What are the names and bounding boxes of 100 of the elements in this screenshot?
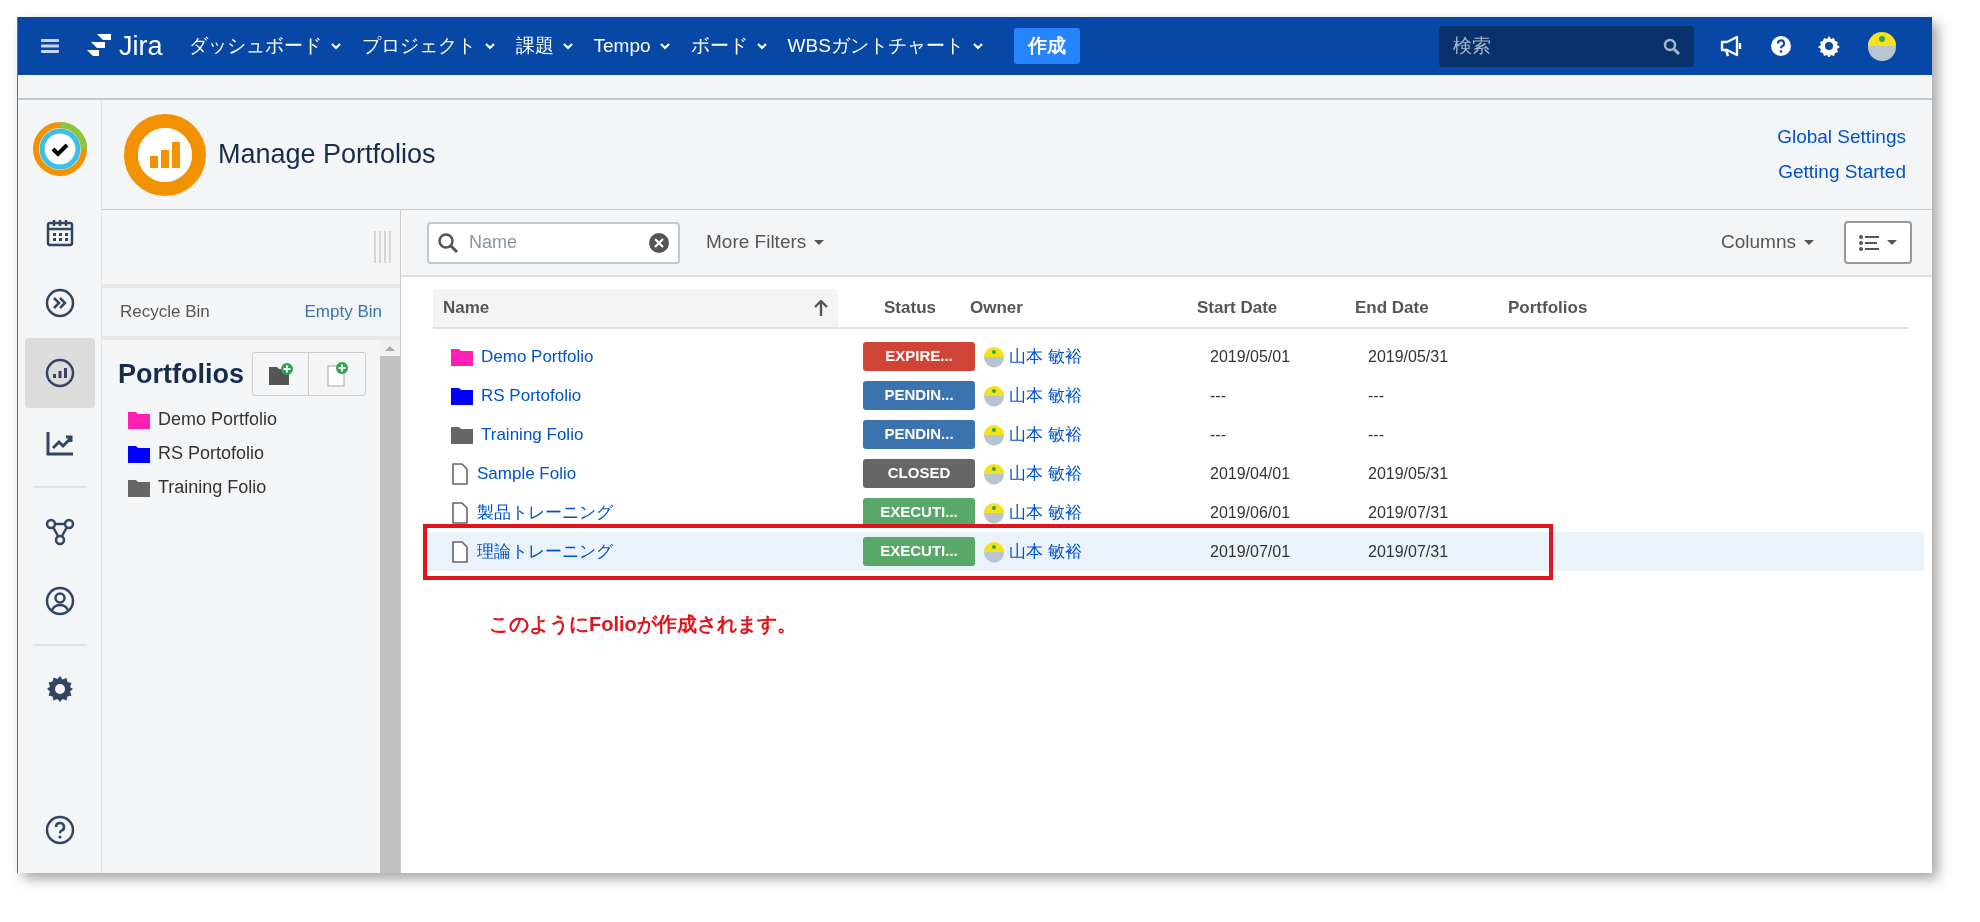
- file-icon: [451, 501, 469, 524]
- start-date-cell-text: ---: [1210, 385, 1227, 406]
- caret-icon: [658, 40, 671, 52]
- caret-icon: [755, 40, 768, 52]
- avatar-icon: [983, 345, 1005, 368]
- start-date-cell-text: 2019/05/01: [1210, 346, 1292, 367]
- caret-icon: [1887, 240, 1897, 245]
- tree-item[interactable]: Training Folio: [128, 474, 380, 501]
- megaphone-icon[interactable]: [1720, 35, 1744, 57]
- avatar-icon[interactable]: [1866, 30, 1898, 62]
- avatar-icon: [983, 501, 1005, 524]
- portfolio-link[interactable]: 製品トレーニング: [477, 499, 613, 526]
- create-button[interactable]: 作成: [1013, 28, 1080, 64]
- columns-button[interactable]: Columns: [1721, 228, 1814, 257]
- search-icon: [437, 231, 459, 254]
- jira-logo[interactable]: Jira: [87, 25, 163, 67]
- nav-menu[interactable]: プロジェクト: [361, 31, 496, 61]
- page-title: Manage Portfolios: [218, 138, 436, 172]
- name-column-header[interactable]: Name: [433, 289, 838, 327]
- caret-icon: [483, 40, 496, 52]
- start-date-cell-text: 2019/07/01: [1210, 541, 1292, 562]
- nav-menu[interactable]: WBSガントチャート: [787, 31, 984, 61]
- start-date-cell-text: 2019/04/01: [1210, 463, 1292, 484]
- list-icon: [1859, 234, 1879, 251]
- nav-menu[interactable]: ダッシュボード: [188, 31, 342, 61]
- rail-button[interactable]: [24, 338, 95, 408]
- clear-icon[interactable]: [648, 231, 670, 254]
- header-link[interactable]: Getting Started: [1778, 157, 1906, 186]
- portfolio-link[interactable]: RS Portofolio: [481, 382, 582, 409]
- caret-icon: [1804, 240, 1814, 245]
- tree-item[interactable]: Demo Portfolio: [128, 406, 380, 433]
- name-filter-field[interactable]: Name: [427, 221, 680, 264]
- status-label: PENDIN...: [863, 381, 975, 410]
- owner-link[interactable]: 山本 敏裕: [1009, 538, 1082, 565]
- view-options-button[interactable]: [1844, 221, 1912, 264]
- end-date-cell-text: ---: [1368, 424, 1385, 445]
- help-icon: [44, 815, 75, 845]
- end-date-cell-text: ---: [1368, 385, 1385, 406]
- end-date-cell-text: 2019/07/31: [1368, 502, 1450, 523]
- avatar-icon: [983, 423, 1005, 446]
- avatar-icon: [983, 462, 1005, 485]
- portfolio-icon: [44, 358, 75, 388]
- file-icon: [451, 540, 469, 563]
- owner-link[interactable]: 山本 敏裕: [1009, 421, 1082, 448]
- network-icon: [44, 516, 75, 546]
- scrollbar[interactable]: [380, 340, 400, 873]
- caret-icon: [561, 40, 574, 52]
- caret-icon: [971, 40, 984, 52]
- settings-icon: [45, 675, 74, 703]
- recycle-bin-label: Recycle Bin: [120, 301, 210, 324]
- end-date-cell-text: 2019/05/31: [1368, 346, 1450, 367]
- tree-item[interactable]: RS Portofolio: [128, 440, 380, 467]
- column-header[interactable]: End Date: [1355, 295, 1508, 321]
- nav-menu[interactable]: Tempo: [593, 31, 671, 61]
- status-label: EXPIRE...: [863, 342, 975, 371]
- sort-up-icon[interactable]: [814, 300, 828, 316]
- status-label: CLOSED: [863, 459, 975, 488]
- search-icon: [1663, 37, 1680, 55]
- settings-icon[interactable]: [1818, 35, 1840, 57]
- menu-button[interactable]: [41, 39, 59, 53]
- status-label: PENDIN...: [863, 420, 975, 449]
- file-plus-icon: [324, 360, 350, 388]
- empty-bin-link[interactable]: Empty Bin: [304, 299, 382, 325]
- end-date-cell-text: 2019/07/31: [1368, 541, 1450, 562]
- user-circle-icon: [44, 586, 75, 616]
- portfolios-heading: Portfolios: [118, 357, 245, 391]
- portfolio-link[interactable]: 理論トレーニング: [477, 538, 613, 565]
- help-icon[interactable]: [1770, 35, 1792, 57]
- search-field[interactable]: 検索: [1439, 25, 1694, 67]
- avatar-icon: [983, 384, 1005, 407]
- chevron-circle-icon: [44, 288, 75, 318]
- avatar-icon: [983, 540, 1005, 563]
- app-logo-icon: [32, 122, 87, 176]
- column-header[interactable]: Owner: [970, 295, 1197, 321]
- resize-grip-icon[interactable]: [372, 231, 392, 263]
- owner-link[interactable]: 山本 敏裕: [1009, 382, 1082, 409]
- calendar-icon: [44, 218, 75, 248]
- portfolio-link[interactable]: Demo Portfolio: [481, 343, 594, 370]
- annotation-text: このようにFolioが作成されます。: [489, 612, 798, 637]
- portfolio-link[interactable]: Training Folio: [481, 421, 584, 448]
- owner-link[interactable]: 山本 敏裕: [1009, 499, 1082, 526]
- end-date-cell-text: 2019/05/31: [1368, 463, 1450, 484]
- status-label: EXECUTI...: [863, 537, 975, 566]
- file-icon: [451, 462, 469, 485]
- portfolio-link[interactable]: Sample Folio: [477, 460, 577, 487]
- column-header[interactable]: Portfolios: [1508, 295, 1708, 321]
- start-date-cell-text: 2019/06/01: [1210, 502, 1292, 523]
- owner-link[interactable]: 山本 敏裕: [1009, 460, 1082, 487]
- column-header[interactable]: Start Date: [1197, 295, 1355, 321]
- caret-icon: [814, 240, 825, 245]
- more-filters-button[interactable]: More Filters: [706, 228, 825, 257]
- header-link[interactable]: Global Settings: [1777, 123, 1906, 152]
- column-header[interactable]: Status: [850, 295, 970, 321]
- owner-link[interactable]: 山本 敏裕: [1009, 343, 1082, 370]
- nav-menu[interactable]: ボード: [690, 31, 768, 61]
- portfolio-logo-icon: [124, 113, 206, 196]
- nav-menu[interactable]: 課題: [515, 31, 574, 61]
- caret-icon: [329, 40, 342, 52]
- folder-plus-icon: [266, 361, 295, 387]
- start-date-cell-text: ---: [1210, 424, 1227, 445]
